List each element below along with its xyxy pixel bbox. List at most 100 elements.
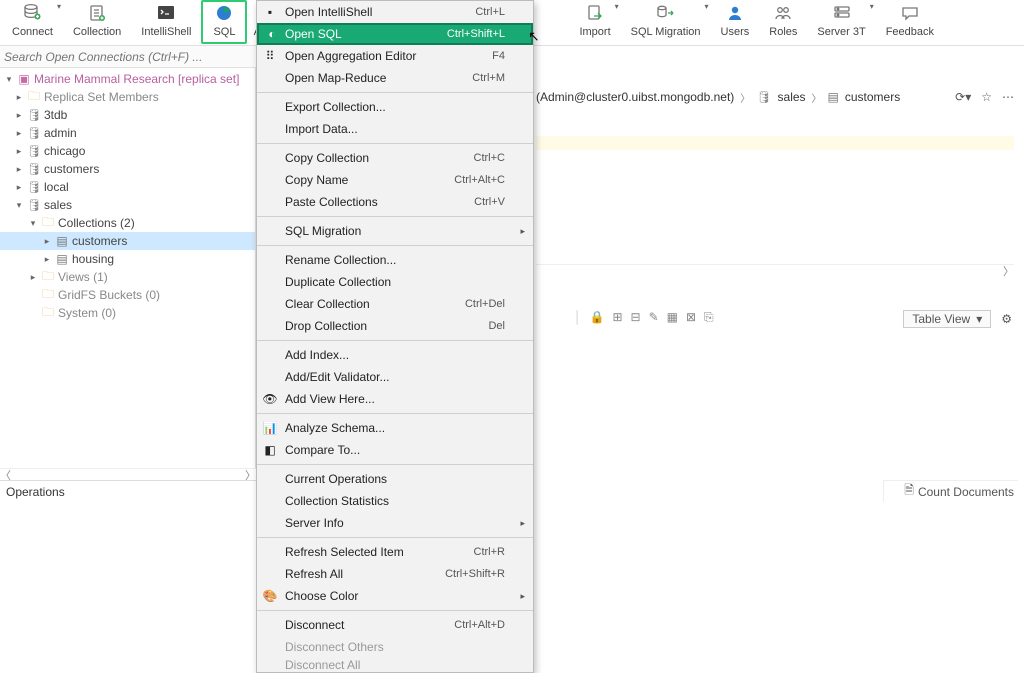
chevron-down-icon: ▾ <box>57 2 61 11</box>
menu-copy-collection[interactable]: Copy CollectionCtrl+C <box>257 147 533 169</box>
sql-button[interactable]: SQL <box>201 0 247 44</box>
menu-choose-color[interactable]: 🎨Choose Color▸ <box>257 585 533 607</box>
database-icon: 🛢 <box>27 126 41 140</box>
menu-add-view[interactable]: 👁Add View Here... <box>257 388 533 410</box>
feedback-label: Feedback <box>886 26 934 38</box>
menu-open-sql[interactable]: ◐Open SQLCtrl+Shift+L <box>257 23 533 45</box>
status-count-documents[interactable]: 🗎Count Documents <box>883 480 1018 502</box>
tree-gridfs-folder[interactable]: 🗀GridFS Buckets (0) <box>0 286 255 304</box>
menu-separator <box>257 413 533 414</box>
operations-tab[interactable]: Operations <box>0 480 256 502</box>
delete-icon[interactable]: ⊠ <box>686 310 696 325</box>
users-button[interactable]: Users <box>711 0 760 46</box>
horizontal-scrollbar[interactable]: 〉 <box>536 264 1014 276</box>
tree-replica-set[interactable]: ▸🗀Replica Set Members <box>0 88 255 106</box>
intellishell-button[interactable]: IntelliShell <box>131 0 201 46</box>
server3t-button[interactable]: Server 3T ▾ <box>807 0 875 46</box>
collection-label: Collection <box>73 26 121 38</box>
feedback-button[interactable]: Feedback <box>876 0 944 46</box>
menu-add-index[interactable]: Add Index... <box>257 344 533 366</box>
database-icon: 🛢 <box>27 108 41 122</box>
menu-open-aggregation[interactable]: ⠿Open Aggregation EditorF4 <box>257 45 533 67</box>
menu-refresh-selected[interactable]: Refresh Selected ItemCtrl+R <box>257 541 533 563</box>
server-icon <box>831 2 853 24</box>
roles-button[interactable]: Roles <box>759 0 807 46</box>
chevron-down-icon: ▾ <box>870 2 874 11</box>
tree-collection-housing[interactable]: ▸▤housing <box>0 250 255 268</box>
edit-icon[interactable]: ✎ <box>649 310 659 325</box>
refresh-dropdown-icon[interactable]: ⟳▾ <box>955 90 971 104</box>
menu-disconnect-others: Disconnect Others <box>257 636 533 658</box>
sql-migration-button[interactable]: SQL Migration ▾ <box>621 0 711 46</box>
tree-system-folder[interactable]: 🗀System (0) <box>0 304 255 322</box>
sql-icon <box>213 2 235 24</box>
more-icon[interactable]: ⋯ <box>1002 90 1014 104</box>
copy-icon[interactable]: ⎘ <box>704 310 714 325</box>
sql-icon: ◐ <box>264 26 280 42</box>
table-view-dropdown[interactable]: Table View▾ <box>903 310 991 328</box>
tree-db-customers[interactable]: ▸🛢customers <box>0 160 255 178</box>
tree-db-local[interactable]: ▸🛢local <box>0 178 255 196</box>
import-button[interactable]: Import ▾ <box>569 0 620 46</box>
menu-open-mapreduce[interactable]: Open Map-ReduceCtrl+M <box>257 67 533 89</box>
tree-horizontal-scrollbar[interactable]: 〈〉 <box>0 468 256 480</box>
view-icon: 👁 <box>262 391 278 407</box>
menu-import-data[interactable]: Import Data... <box>257 118 533 140</box>
tree-connection-root[interactable]: ▾▣Marine Mammal Research [replica set] <box>0 70 255 88</box>
menu-drop-collection[interactable]: Drop CollectionDel <box>257 315 533 337</box>
intellishell-label: IntelliShell <box>141 26 191 38</box>
folder-icon: 🗀 <box>41 306 55 320</box>
breadcrumb-collection[interactable]: customers <box>845 90 900 104</box>
chevron-down-icon: ▾ <box>976 312 982 326</box>
database-icon: 🛢 <box>27 180 41 194</box>
menu-compare-to[interactable]: ◧Compare To... <box>257 439 533 461</box>
menu-rename-collection[interactable]: Rename Collection... <box>257 249 533 271</box>
collection-button[interactable]: Collection <box>63 0 131 46</box>
menu-separator <box>257 216 533 217</box>
menu-analyze-schema[interactable]: 📊Analyze Schema... <box>257 417 533 439</box>
import-label: Import <box>579 26 610 38</box>
table-icon[interactable]: ▦ <box>667 310 678 325</box>
menu-separator <box>257 92 533 93</box>
settings-icon[interactable]: ⚙ <box>1001 312 1012 326</box>
menu-disconnect[interactable]: DisconnectCtrl+Alt+D <box>257 614 533 636</box>
menu-open-intellishell[interactable]: ▪Open IntelliShellCtrl+L <box>257 1 533 23</box>
menu-copy-name[interactable]: Copy NameCtrl+Alt+C <box>257 169 533 191</box>
sql-label: SQL <box>213 26 235 38</box>
roles-icon <box>772 2 794 24</box>
menu-clear-collection[interactable]: Clear CollectionCtrl+Del <box>257 293 533 315</box>
tree-db-sales[interactable]: ▾🛢sales <box>0 196 255 214</box>
lock-icon[interactable]: 🔒 <box>590 310 605 325</box>
menu-add-edit-validator[interactable]: Add/Edit Validator... <box>257 366 533 388</box>
menu-paste-collections[interactable]: Paste CollectionsCtrl+V <box>257 191 533 213</box>
result-toolbar: │ 🔒 ⊞ ⊟ ✎ ▦ ⊠ ⎘ <box>574 310 714 325</box>
grid-add-icon[interactable]: ⊞ <box>612 310 622 325</box>
menu-refresh-all[interactable]: Refresh AllCtrl+Shift+R <box>257 563 533 585</box>
menu-export-collection[interactable]: Export Collection... <box>257 96 533 118</box>
connection-tree-panel: ▾▣Marine Mammal Research [replica set] ▸… <box>0 68 256 468</box>
breadcrumb-database[interactable]: sales <box>778 90 806 104</box>
menu-duplicate-collection[interactable]: Duplicate Collection <box>257 271 533 293</box>
menu-current-operations[interactable]: Current Operations <box>257 468 533 490</box>
database-icon: 🛢 <box>27 144 41 158</box>
chevron-right-icon: ▸ <box>520 518 525 529</box>
database-icon <box>21 2 43 24</box>
tree-collections-folder[interactable]: ▾🗀Collections (2) <box>0 214 255 232</box>
tree-collection-customers[interactable]: ▸▤customers <box>0 232 255 250</box>
menu-server-info[interactable]: Server Info▸ <box>257 512 533 534</box>
tree-db-3tdb[interactable]: ▸🛢3tdb <box>0 106 255 124</box>
menu-collection-statistics[interactable]: Collection Statistics <box>257 490 533 512</box>
folder-icon: 🗀 <box>41 216 55 230</box>
sql-migration-icon <box>655 2 677 24</box>
chevron-right-icon: ▸ <box>520 226 525 237</box>
tree-db-chicago[interactable]: ▸🛢chicago <box>0 142 255 160</box>
grid-cancel-icon[interactable]: ⊟ <box>631 310 641 325</box>
tree-views-folder[interactable]: ▸🗀Views (1) <box>0 268 255 286</box>
connection-search-input[interactable] <box>4 50 252 64</box>
connect-button[interactable]: Connect ▾ <box>2 0 63 46</box>
favorite-icon[interactable]: ☆ <box>981 90 992 104</box>
menu-sql-migration[interactable]: SQL Migration▸ <box>257 220 533 242</box>
tree-db-admin[interactable]: ▸🛢admin <box>0 124 255 142</box>
folder-icon: 🗀 <box>41 270 55 284</box>
roles-label: Roles <box>769 26 797 38</box>
